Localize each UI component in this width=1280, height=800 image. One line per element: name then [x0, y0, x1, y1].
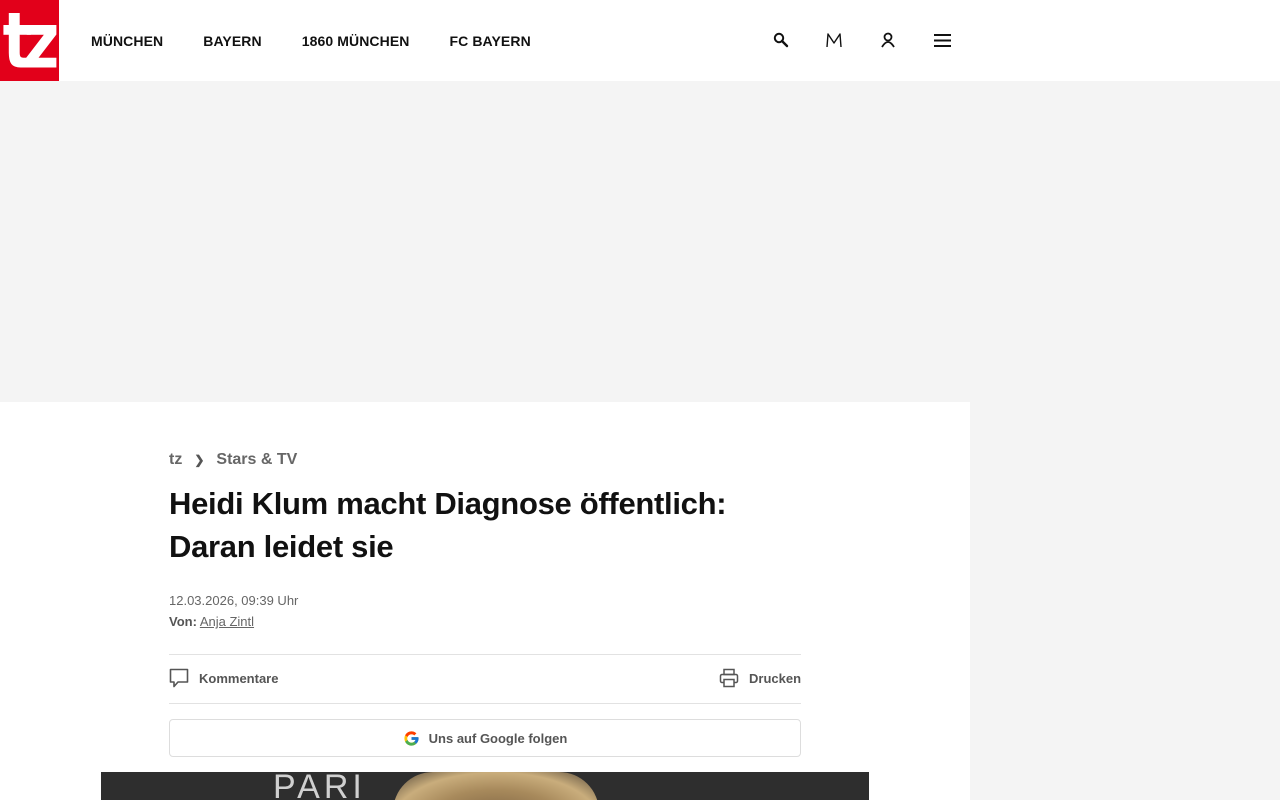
main-nav: MÜNCHEN BAYERN 1860 MÜNCHEN FC BAYERN [91, 0, 571, 81]
comment-icon [169, 668, 189, 688]
comments-label: Kommentare [199, 670, 279, 686]
printer-icon [719, 668, 739, 688]
divider [169, 703, 801, 704]
logo-text: tz [2, 0, 59, 81]
site-logo[interactable]: tz [0, 0, 59, 81]
nav-item-bayern[interactable]: BAYERN [203, 33, 261, 49]
nav-item-muenchen[interactable]: MÜNCHEN [91, 33, 163, 49]
print-label: Drucken [749, 670, 802, 686]
user-icon[interactable] [878, 30, 898, 50]
google-follow-label: Uns auf Google folgen [428, 730, 568, 746]
hero-image-text: PARI [273, 772, 366, 800]
publish-date: 12.03.2026, 09:39 Uhr [169, 593, 299, 608]
breadcrumb: tz ❯ Stars & TV [169, 451, 297, 469]
google-icon [404, 730, 419, 746]
menu-icon[interactable] [932, 30, 952, 50]
breadcrumb-separator: ❯ [194, 453, 205, 467]
breadcrumb-section[interactable]: Stars & TV [216, 451, 297, 469]
author-link[interactable]: Anja Zintl [200, 614, 254, 629]
author-prefix: Von: [169, 614, 197, 629]
author-line: Von: Anja Zintl [169, 614, 254, 629]
nav-item-1860-muenchen[interactable]: 1860 MÜNCHEN [302, 33, 410, 49]
hero-image[interactable]: PARI [101, 772, 869, 800]
hero-image-subject [393, 772, 599, 800]
nav-item-fc-bayern[interactable]: FC BAYERN [450, 33, 531, 49]
divider [169, 654, 801, 655]
article-container: tz ❯ Stars & TV Heidi Klum macht Diagnos… [0, 402, 970, 800]
site-header: tz MÜNCHEN BAYERN 1860 MÜNCHEN FC BAYERN [0, 0, 1280, 81]
ad-placeholder [0, 81, 1280, 402]
m-icon[interactable] [824, 30, 844, 50]
print-button[interactable]: Drucken [719, 668, 801, 688]
article-headline: Heidi Klum macht Diagnose öffentlich: Da… [169, 486, 727, 564]
google-follow-button[interactable]: Uns auf Google folgen [169, 719, 801, 757]
breadcrumb-root[interactable]: tz [169, 451, 182, 469]
comments-button[interactable]: Kommentare [169, 668, 278, 688]
search-icon[interactable] [771, 30, 791, 50]
